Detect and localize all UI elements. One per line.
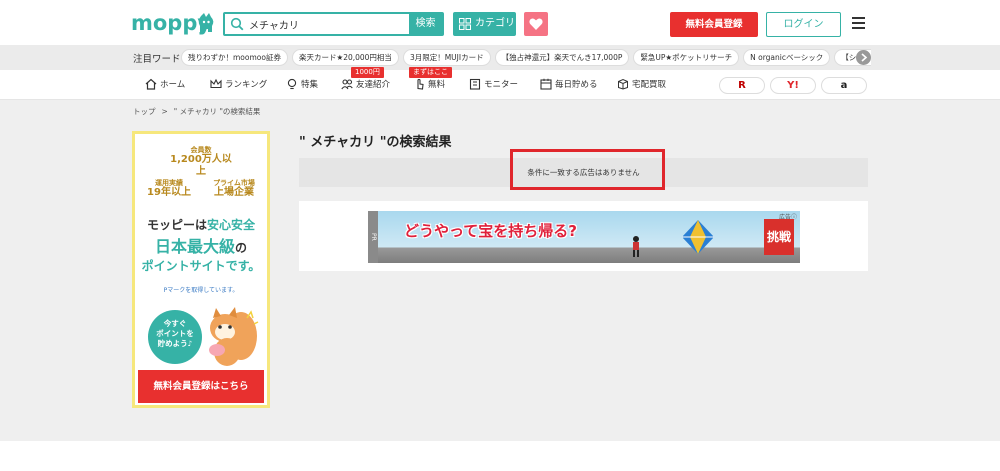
pmark-note: Pマークを取得しています。 <box>163 287 239 294</box>
pr-label: PR <box>368 211 378 263</box>
calendar-icon <box>540 78 552 90</box>
search-button[interactable]: 検索 <box>409 14 442 34</box>
point-bubble: 今すぐ ポイントを 貯めよう♪ <box>148 310 202 364</box>
trending-chip[interactable]: 緊急UP★ポケットリサーチ <box>633 49 740 66</box>
nav-item-referral[interactable]: 1000円 友達紹介 <box>341 67 391 100</box>
nav-label: ランキング <box>225 80 268 90</box>
side-signup-ad[interactable]: 会員数 1,200万人以上 運用実績 19年以上 プライム市場 上場企業 モッピ… <box>132 131 270 408</box>
nav-badge: まずはここ <box>409 67 452 78</box>
amazon-link[interactable]: a <box>821 77 867 94</box>
hamburger-menu-icon[interactable] <box>852 17 865 29</box>
page-title: " メチャカリ "の検索結果 <box>299 135 452 150</box>
side-copy-line2: 日本最大級の <box>154 237 248 256</box>
banner-headline: どうやって宝を持ち帰る? <box>404 222 577 240</box>
banner-cta[interactable]: 挑戦 <box>764 219 794 255</box>
finger-icon <box>417 78 424 90</box>
moppy-logo[interactable]: moppy <box>131 11 215 35</box>
nav-item-feature[interactable]: 特集 <box>286 70 318 100</box>
gem-icon <box>682 220 714 254</box>
game-ad-banner[interactable]: PR どうやって宝を持ち帰る? 広告ⓘ 挑戦 <box>368 211 800 263</box>
members-badge: 会員数 1,200万人以上 <box>170 146 232 177</box>
breadcrumb-current: " メチャカリ "の検索結果 <box>173 107 261 116</box>
squirrel-mascot-icon <box>209 307 259 366</box>
nav-label: 友達紹介 <box>356 80 391 90</box>
nav-label: モニター <box>484 80 519 90</box>
chevron-right-icon <box>861 53 868 62</box>
nav-label: 特集 <box>301 80 319 90</box>
search-input[interactable] <box>249 14 409 34</box>
grid-icon <box>459 18 471 30</box>
search-box: 検索 <box>223 12 444 36</box>
nav-badge: 1000円 <box>351 67 384 78</box>
login-button[interactable]: ログイン <box>766 12 841 37</box>
heart-icon <box>529 18 543 30</box>
building-icon <box>469 78 481 90</box>
scroll-right-button[interactable] <box>856 50 871 65</box>
trending-chip[interactable]: 楽天カード★20,000円相当 <box>291 49 399 66</box>
users-icon <box>341 79 353 90</box>
trending-label: 注目ワード <box>133 54 181 65</box>
years-badge: 運用実績 19年以上 <box>147 179 191 199</box>
rakuten-link[interactable]: R <box>719 77 765 94</box>
yahoo-link[interactable]: Y! <box>770 77 816 94</box>
side-signup-cta[interactable]: 無料会員登録はこちら <box>138 370 264 403</box>
box-icon <box>618 78 628 90</box>
mascot-logo-icon <box>198 13 214 32</box>
bulb-icon <box>287 78 297 90</box>
nav-label: ホーム <box>160 80 186 90</box>
favorite-button[interactable] <box>524 12 548 36</box>
category-button[interactable]: カテゴリ <box>453 12 516 36</box>
signup-button[interactable]: 無料会員登録 <box>670 12 758 37</box>
footer-area <box>0 441 1000 471</box>
nav-item-free[interactable]: まずはここ 無料 <box>409 67 452 100</box>
breadcrumb-home[interactable]: トップ <box>133 107 156 116</box>
breadcrumb-separator: > <box>161 107 168 116</box>
trending-chip[interactable]: N organicベーシック <box>743 49 831 66</box>
header: moppy 検索 カテゴリ 無料会員登録 ログイン <box>0 0 1000 45</box>
trending-chip[interactable]: 残りわずか！moomoo証券 <box>181 49 288 66</box>
home-icon <box>145 78 157 90</box>
character-icon <box>633 236 639 257</box>
nav-item-ranking[interactable]: ランキング <box>210 70 267 100</box>
nav-label: 毎日貯める <box>555 80 598 90</box>
market-badge: プライム市場 上場企業 <box>213 179 255 199</box>
trending-chip[interactable]: 【独占神還元】楽天でんき17,000P <box>494 49 630 66</box>
nav-label: 宅配買取 <box>632 80 667 90</box>
nav-item-buyback[interactable]: 宅配買取 <box>617 70 666 100</box>
side-copy-line1: モッピーは安心安全 <box>146 218 256 232</box>
nav-label: 無料 <box>428 80 446 90</box>
nav-item-home[interactable]: ホーム <box>145 70 185 100</box>
crown-icon <box>210 78 222 89</box>
trending-chip[interactable]: 3月限定！MUJIカード <box>402 49 491 66</box>
search-icon <box>230 17 244 31</box>
side-copy-line3: ポイントサイトです。 <box>141 259 261 273</box>
trending-words-bar: 注目ワード 残りわずか！moomoo証券 楽天カード★20,000円相当 3月限定！… <box>0 45 1000 70</box>
highlight-annotation <box>510 149 665 190</box>
trending-chip-list: 残りわずか！moomoo証券 楽天カード★20,000円相当 3月限定！MUJIカー… <box>181 49 871 66</box>
nav-item-daily[interactable]: 毎日貯める <box>540 70 598 100</box>
category-label: カテゴリ <box>475 18 515 29</box>
nav-item-monitor[interactable]: モニター <box>469 70 518 100</box>
breadcrumb: トップ > " メチャカリ "の検索結果 <box>133 106 266 117</box>
